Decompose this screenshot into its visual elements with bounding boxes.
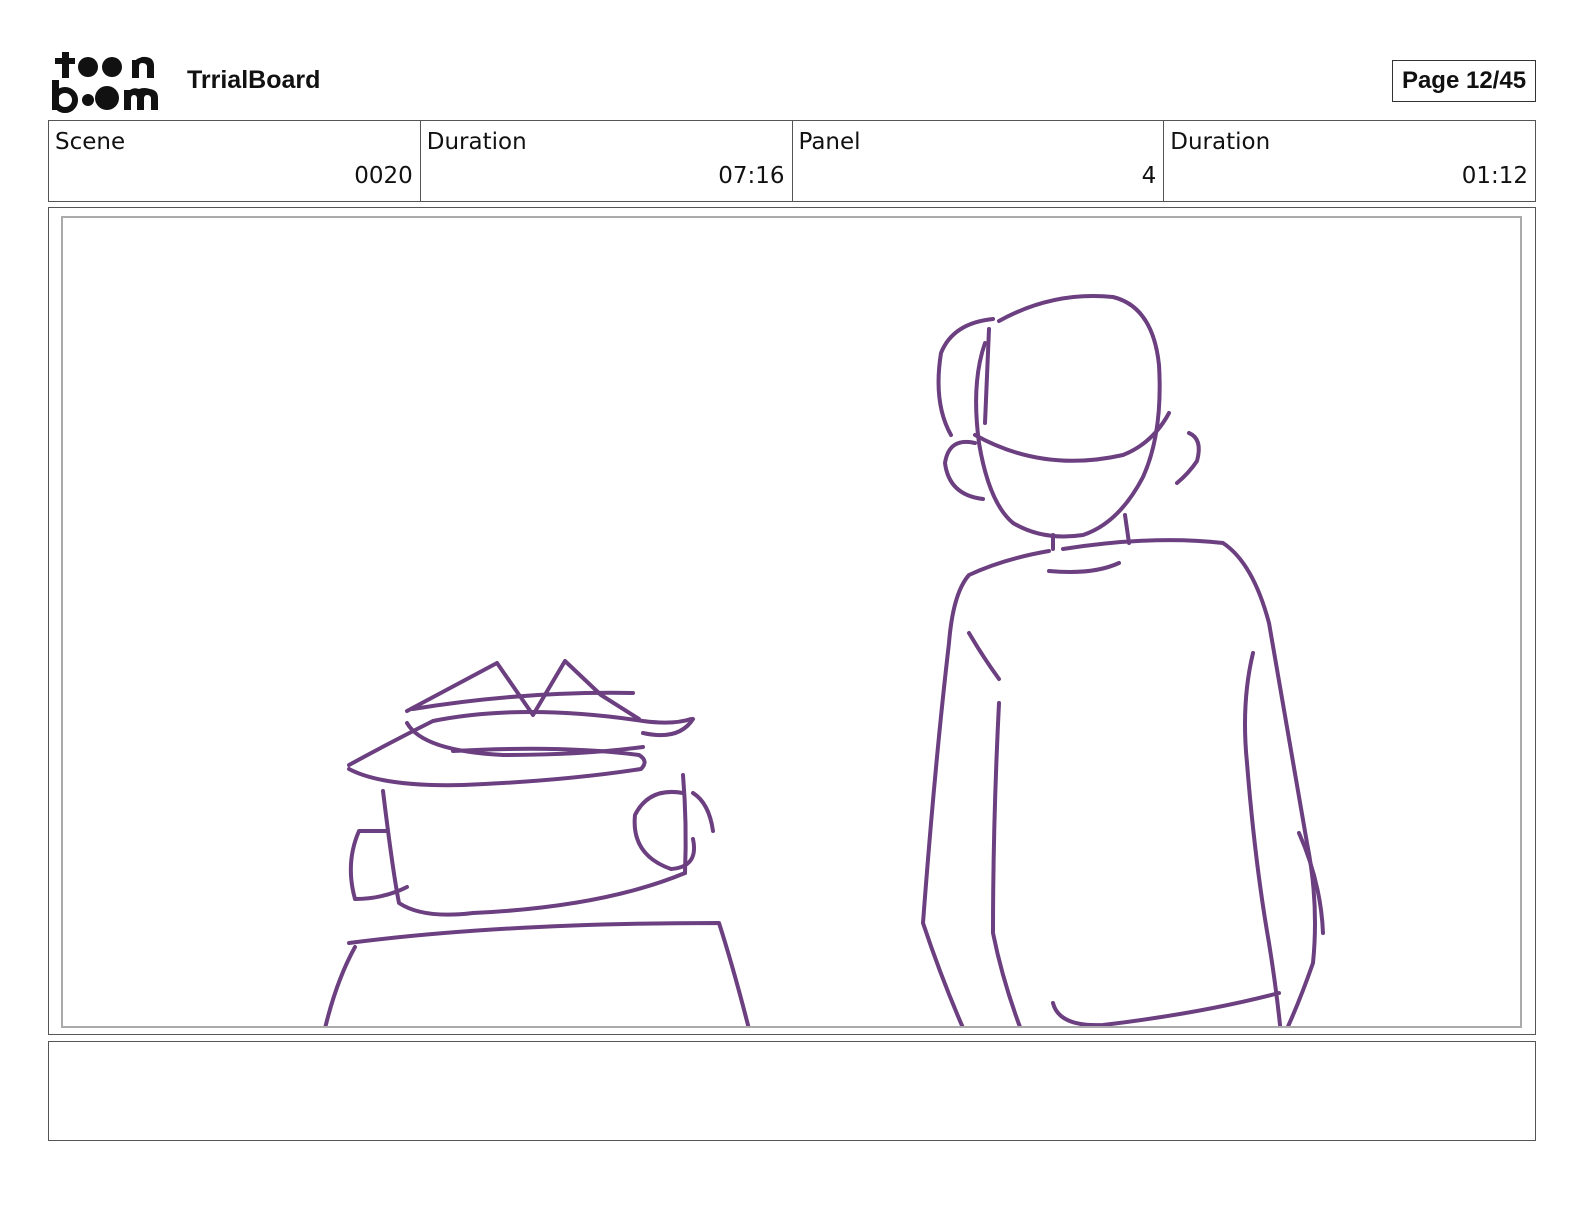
right-character-sketch [921,294,1325,1026]
scene-duration-label: Duration [426,129,527,155]
project-title: TrrialBoard [187,66,321,94]
scene-value: 0020 [354,163,413,189]
panel-value: 4 [1141,163,1157,189]
scene-label: Scene [55,129,126,155]
panel-notes-box[interactable] [48,1041,1536,1141]
scene-duration-value: 07:16 [718,163,785,189]
scene-cell: Scene 0020 [49,121,421,201]
storyboard-panel-frame [48,207,1536,1035]
scene-duration-cell: Duration 07:16 [421,121,793,201]
left-character-sketch [323,659,751,1026]
storyboard-panel-image [61,216,1522,1028]
page-indicator: Page 12/45 [1392,60,1536,102]
panel-label: Panel [798,129,861,155]
panel-duration-label: Duration [1170,129,1271,155]
toon-boom-logo [50,48,166,114]
panel-cell: Panel 4 [793,121,1165,201]
scene-info-table: Scene 0020 Duration 07:16 Panel 4 Durati… [48,120,1536,202]
panel-duration-value: 01:12 [1461,163,1528,189]
panel-duration-cell: Duration 01:12 [1164,121,1535,201]
